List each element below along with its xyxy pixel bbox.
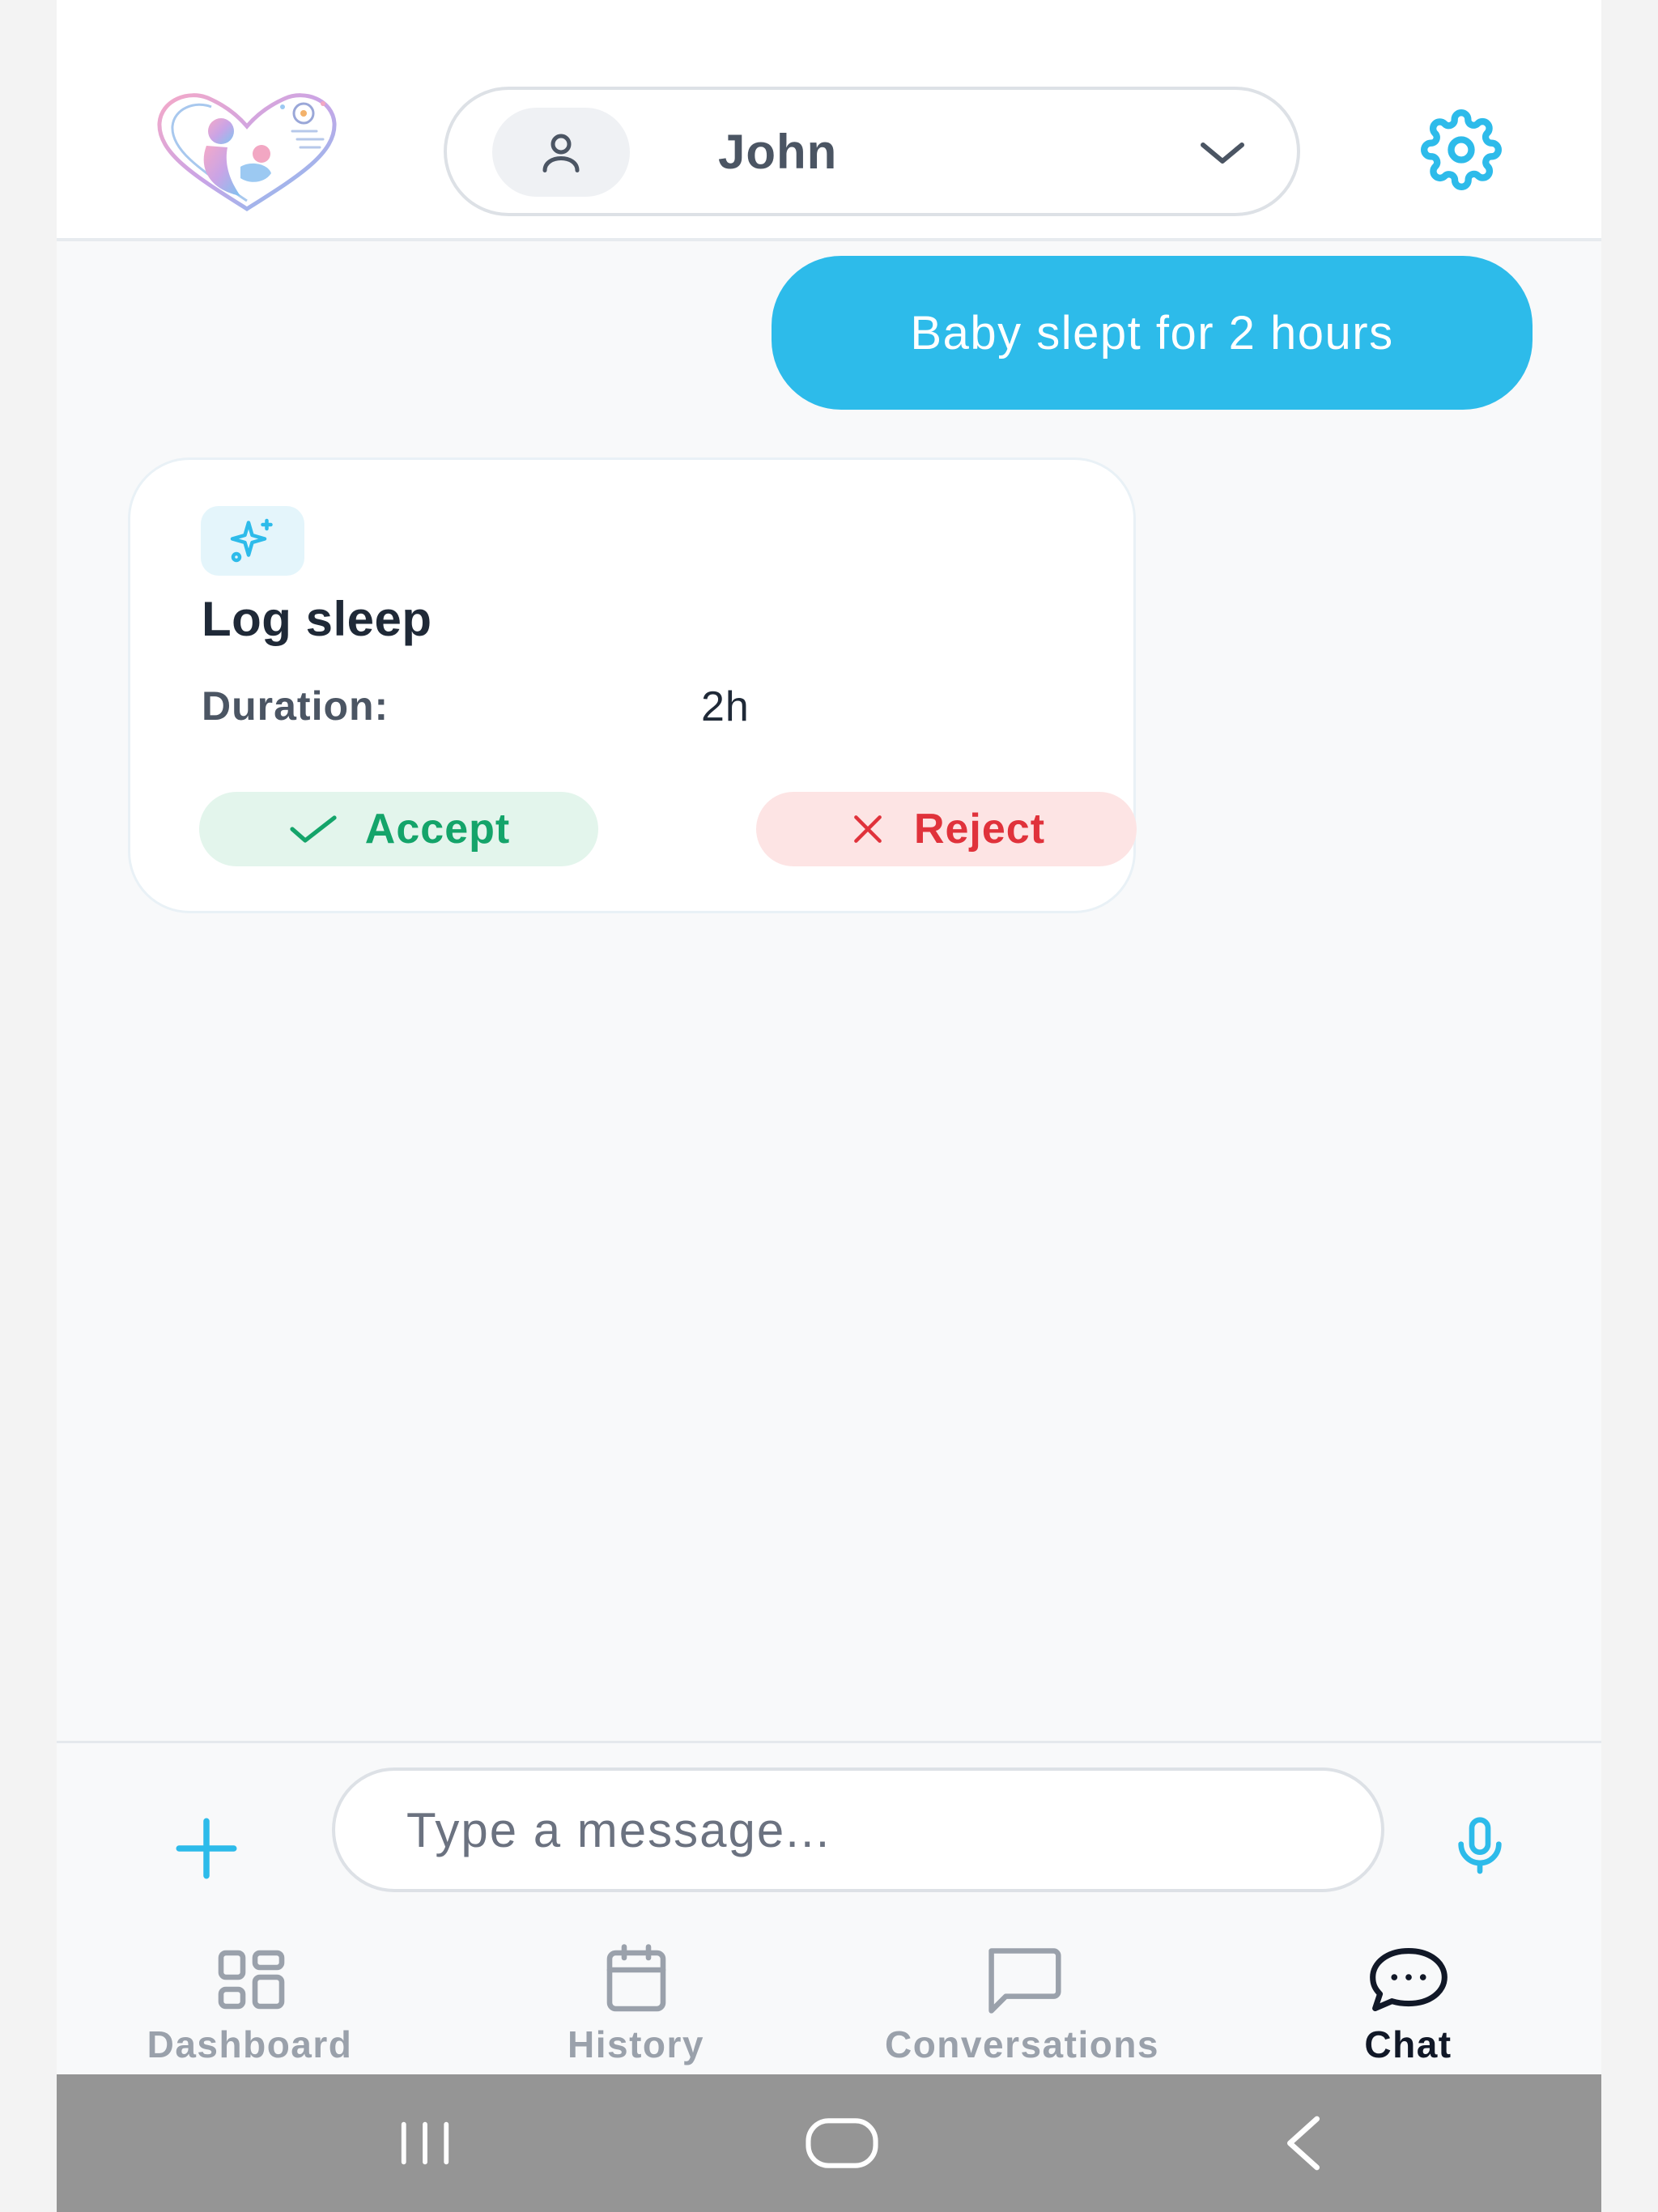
reject-label: Reject bbox=[913, 806, 1046, 853]
app-screen: John Baby slept for 2 hours Log sleep Du… bbox=[57, 0, 1601, 2212]
system-navigation-bar bbox=[57, 2074, 1601, 2212]
back-button[interactable] bbox=[1243, 2107, 1364, 2180]
sparkles-badge bbox=[201, 506, 304, 576]
recent-apps-button[interactable] bbox=[364, 2107, 486, 2180]
recent-apps-icon bbox=[401, 2121, 449, 2165]
nav-item-chat[interactable]: Chat bbox=[1215, 1923, 1601, 2073]
user-avatar bbox=[492, 108, 630, 197]
home-button[interactable] bbox=[769, 2107, 915, 2180]
left-margin bbox=[0, 0, 57, 2212]
voice-input-button[interactable] bbox=[1439, 1806, 1520, 1887]
nav-label: Conversations bbox=[884, 2023, 1160, 2065]
add-attachment-button[interactable] bbox=[166, 1808, 247, 1889]
back-icon bbox=[1287, 2116, 1320, 2171]
duration-label: Duration: bbox=[202, 683, 389, 729]
right-margin bbox=[1601, 0, 1658, 2212]
nav-label: History bbox=[568, 2023, 704, 2065]
nav-item-conversations[interactable]: Conversations bbox=[829, 1923, 1215, 2073]
microphone-icon bbox=[1458, 1817, 1502, 1874]
nav-item-history[interactable]: History bbox=[443, 1923, 829, 2073]
user-message-text: Baby slept for 2 hours bbox=[910, 306, 1394, 359]
settings-button[interactable] bbox=[1401, 105, 1522, 194]
bottom-navigation: Dashboard History Conversations Chat bbox=[57, 1923, 1601, 2073]
chat-bubble-icon bbox=[1369, 1948, 1448, 2011]
profile-name: John bbox=[718, 125, 838, 179]
calendar-icon bbox=[606, 1944, 665, 2012]
nav-item-dashboard[interactable]: Dashboard bbox=[57, 1923, 443, 2073]
check-icon bbox=[290, 815, 337, 843]
close-icon bbox=[854, 815, 882, 843]
nav-label: Dashboard bbox=[147, 2023, 353, 2065]
nav-label: Chat bbox=[1364, 2023, 1452, 2065]
user-message-bubble: Baby slept for 2 hours bbox=[772, 256, 1533, 410]
log-sleep-card: Log sleep Duration: 2h Accept Reject bbox=[128, 457, 1137, 913]
profile-selector[interactable]: John bbox=[444, 87, 1300, 216]
plus-icon bbox=[176, 1818, 237, 1879]
reject-button[interactable]: Reject bbox=[756, 792, 1137, 866]
chevron-down-icon bbox=[1201, 143, 1244, 164]
app-header: John bbox=[57, 0, 1601, 241]
message-input[interactable] bbox=[332, 1767, 1384, 1892]
accept-label: Accept bbox=[364, 806, 511, 853]
card-title: Log sleep bbox=[202, 592, 432, 646]
sparkles-icon bbox=[230, 518, 273, 563]
accept-button[interactable]: Accept bbox=[199, 792, 598, 866]
gear-icon bbox=[1421, 109, 1502, 190]
message-square-icon bbox=[988, 1948, 1061, 2014]
home-icon bbox=[806, 2118, 878, 2168]
user-icon bbox=[542, 134, 580, 172]
app-logo bbox=[150, 89, 344, 219]
dashboard-icon bbox=[218, 1950, 284, 2010]
duration-value: 2h bbox=[701, 683, 750, 730]
